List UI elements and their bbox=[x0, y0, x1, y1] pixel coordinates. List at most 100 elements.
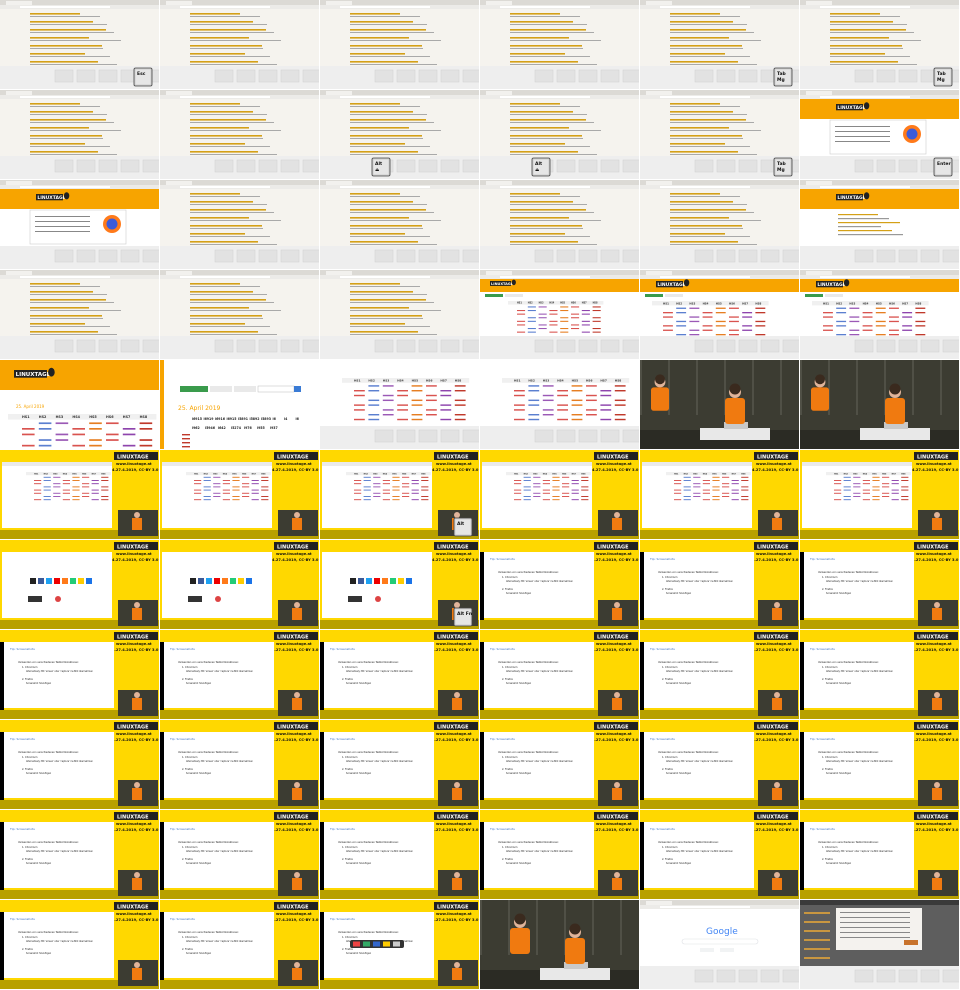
frame-image: LINUXTAGEwww.linuxtage.at4.27.4.2019, CC… bbox=[640, 810, 799, 899]
schedule-slot bbox=[43, 489, 51, 491]
browser-tab bbox=[486, 91, 512, 95]
browser-tab bbox=[806, 271, 832, 275]
schedule-slot bbox=[139, 422, 153, 425]
room-number: i5891 bbox=[238, 417, 248, 421]
schedule-slot bbox=[849, 316, 860, 318]
result-link bbox=[350, 143, 405, 145]
panel-item bbox=[374, 339, 394, 353]
result-snippet bbox=[510, 212, 594, 213]
frame-content: LINUXTAGEHS1 HS2 HS3 HS4 HS5 HS6 HS7 HS8 bbox=[640, 270, 799, 359]
schedule-slot bbox=[741, 480, 749, 481]
panel-item bbox=[942, 339, 959, 353]
result-link bbox=[30, 119, 106, 121]
panel-item bbox=[876, 249, 896, 263]
schedule-slot bbox=[213, 496, 221, 497]
bookmark-tile-icon bbox=[86, 578, 92, 584]
schedule-slot bbox=[862, 492, 870, 494]
dialog-text bbox=[35, 216, 90, 217]
schedule-slot bbox=[901, 496, 909, 497]
schedule-slot bbox=[533, 476, 541, 478]
schedule-slot bbox=[91, 483, 99, 485]
video-frame-thumbnail: LINUXTAGE www.linuxtage.at 4.27.4.2019, CC… bbox=[800, 630, 960, 720]
schedule-slot bbox=[875, 334, 886, 336]
schedule-slot bbox=[552, 496, 560, 497]
schedule-slot bbox=[689, 320, 700, 323]
schedule-slot bbox=[62, 489, 70, 491]
panel-item bbox=[578, 159, 598, 173]
frame-image: LINUXTAGEwww.linuxtage.at4.27.4.2019, CC… bbox=[0, 450, 159, 539]
frame-content bbox=[160, 270, 319, 359]
frame-image bbox=[320, 180, 479, 269]
speaker-head bbox=[134, 692, 140, 698]
schedule-slot bbox=[402, 492, 410, 494]
schedule-slot bbox=[363, 496, 371, 497]
frame-image: LINUXTAGEwww.linuxtage.at4.27.4.2019, CC… bbox=[640, 630, 799, 719]
slide-line: Screenshot hinzufügen bbox=[346, 862, 372, 865]
schedule-slot bbox=[421, 476, 429, 478]
result-link bbox=[510, 143, 565, 145]
frame-image: LINUXTAGEwww.linuxtage.at4.27.4.2019, CC… bbox=[160, 540, 319, 629]
panel-item bbox=[760, 249, 780, 263]
schedule-slot bbox=[82, 476, 90, 478]
schedule-slot bbox=[755, 334, 766, 336]
stream-logo-text: LINUXTAGE bbox=[437, 815, 469, 821]
schedule-column-label: HS1 bbox=[354, 473, 359, 475]
schedule-slot bbox=[557, 390, 568, 392]
linuxtage-logo-text: LINUXTAGE bbox=[837, 195, 865, 201]
speaker-head bbox=[934, 872, 940, 878]
schedule-slot bbox=[517, 313, 526, 315]
slide-heading: Tip: Screenshots bbox=[329, 647, 355, 651]
schedule-header-row bbox=[502, 378, 630, 383]
frame-content bbox=[640, 180, 799, 269]
black-bar bbox=[160, 642, 164, 710]
room-number: i5892 bbox=[250, 417, 260, 421]
schedule-slot bbox=[741, 489, 749, 491]
schedule-slot bbox=[354, 483, 362, 485]
schedule-slot bbox=[213, 492, 221, 494]
result-link bbox=[670, 193, 720, 195]
schedule-slot bbox=[862, 483, 870, 485]
black-bar bbox=[800, 552, 804, 620]
frame-content: LINUXTAGEwww.linuxtage.at4.27.4.2019, CC… bbox=[160, 450, 319, 539]
panel-item bbox=[578, 69, 598, 83]
result-snippet bbox=[510, 32, 594, 33]
schedule-column-label: HS7 bbox=[582, 302, 587, 305]
result-snippet bbox=[670, 114, 747, 115]
video-frame-thumbnail: LINUXTAGE www.linuxtage.at 4.27.4.2019, CC… bbox=[160, 450, 320, 540]
schedule-slot bbox=[755, 307, 766, 309]
frame-content bbox=[800, 360, 959, 449]
result-snippet bbox=[350, 228, 423, 229]
schedule-slot bbox=[875, 312, 886, 314]
schedule-slot bbox=[82, 483, 90, 485]
bookmark-tile-icon bbox=[358, 578, 364, 584]
schedule-slot bbox=[34, 489, 42, 491]
schedule-slot bbox=[382, 492, 390, 494]
schedule-slot bbox=[915, 312, 926, 314]
dialog-text bbox=[35, 221, 90, 222]
schedule-slot bbox=[533, 496, 541, 497]
schedule-slot bbox=[915, 334, 926, 336]
schedule-slot bbox=[261, 486, 269, 488]
frame-content bbox=[160, 90, 319, 179]
result-snippet bbox=[670, 122, 754, 123]
frame-image: Alt⏏ bbox=[480, 90, 639, 179]
shared-screen bbox=[2, 462, 112, 528]
panel-item bbox=[600, 159, 620, 173]
result-snippet bbox=[30, 334, 117, 335]
panel-item bbox=[142, 159, 159, 173]
schedule-slot bbox=[426, 399, 437, 402]
stream-license: 4.27.4.2019, CC-BY 3.0 bbox=[592, 648, 639, 652]
frame-image: LINUXTAGEwww.linuxtage.at4.27.4.2019, CC… bbox=[320, 900, 479, 989]
slide-heading: Tip: Screenshots bbox=[9, 737, 35, 741]
bookmark-tile-icon bbox=[215, 596, 221, 602]
shared-browser-bar bbox=[322, 462, 432, 466]
video-frame-thumbnail: LINUXTAGE HS1 HS2 HS3 HS4 HS5 HS6 HS7 HS8 bbox=[480, 270, 640, 360]
result-snippet bbox=[350, 106, 420, 107]
result-snippet bbox=[30, 32, 114, 33]
result-snippet bbox=[350, 334, 437, 335]
result-snippet bbox=[510, 146, 590, 147]
schedule-slot bbox=[182, 442, 190, 444]
panel-item bbox=[898, 69, 918, 83]
schedule-slot bbox=[683, 476, 691, 478]
result-link bbox=[670, 37, 729, 39]
